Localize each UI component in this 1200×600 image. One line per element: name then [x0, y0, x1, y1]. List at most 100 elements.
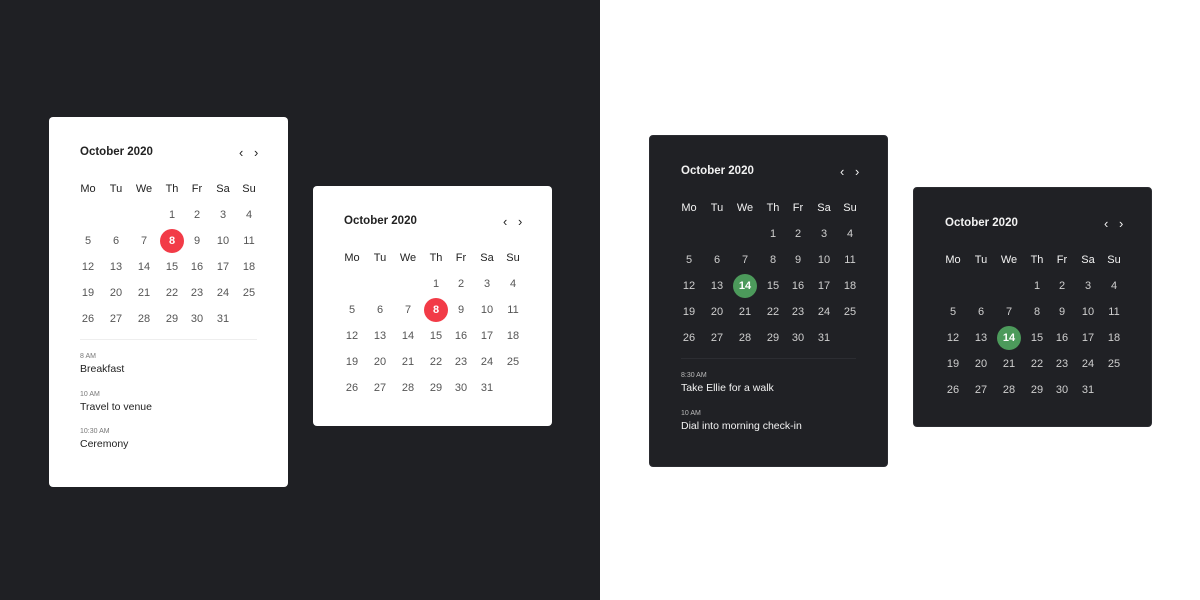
calendar-day[interactable]: 13	[368, 324, 392, 348]
calendar-day[interactable]: 19	[677, 300, 701, 324]
calendar-day[interactable]: 13	[705, 274, 729, 298]
calendar-day[interactable]: 15	[1025, 326, 1049, 350]
calendar-day[interactable]: 12	[340, 324, 364, 348]
calendar-day[interactable]: 24	[475, 350, 499, 374]
calendar-day[interactable]: 17	[211, 255, 235, 279]
calendar-day[interactable]: 30	[786, 326, 810, 350]
calendar-day[interactable]: 4	[237, 203, 261, 227]
calendar-day[interactable]: 26	[340, 376, 364, 400]
calendar-day[interactable]: 12	[76, 255, 100, 279]
calendar-day[interactable]: 4	[501, 272, 525, 296]
calendar-day[interactable]: 26	[76, 307, 100, 331]
prev-month-icon[interactable]: ‹	[239, 145, 243, 160]
selected-day[interactable]: 14	[997, 326, 1021, 350]
calendar-day[interactable]: 27	[104, 307, 128, 331]
calendar-day[interactable]: 1	[761, 222, 785, 246]
calendar-day[interactable]: 24	[812, 300, 836, 324]
calendar-day[interactable]: 8	[1025, 300, 1049, 324]
prev-month-icon[interactable]: ‹	[503, 214, 507, 229]
calendar-day[interactable]: 25	[1102, 352, 1126, 376]
calendar-day[interactable]: 23	[1050, 352, 1074, 376]
calendar-day[interactable]: 20	[969, 352, 993, 376]
calendar-day[interactable]: 18	[237, 255, 261, 279]
calendar-day[interactable]: 16	[185, 255, 209, 279]
selected-day[interactable]: 8	[424, 298, 448, 322]
calendar-day[interactable]: 18	[838, 274, 862, 298]
calendar-day[interactable]: 10	[475, 298, 499, 322]
calendar-day[interactable]: 23	[786, 300, 810, 324]
calendar-day[interactable]: 6	[368, 298, 392, 322]
calendar-day[interactable]: 23	[185, 281, 209, 305]
calendar-day[interactable]: 22	[1025, 352, 1049, 376]
calendar-day[interactable]: 25	[501, 350, 525, 374]
next-month-icon[interactable]: ›	[1119, 216, 1123, 231]
calendar-day[interactable]: 26	[677, 326, 701, 350]
calendar-day[interactable]: 24	[1076, 352, 1100, 376]
next-month-icon[interactable]: ›	[518, 214, 522, 229]
calendar-day[interactable]: 7	[733, 248, 757, 272]
calendar-day[interactable]: 21	[733, 300, 757, 324]
calendar-day[interactable]: 27	[705, 326, 729, 350]
calendar-day[interactable]: 11	[1102, 300, 1126, 324]
event-title[interactable]: Dial into morning check-in	[681, 420, 802, 432]
calendar-day[interactable]: 5	[340, 298, 364, 322]
calendar-day[interactable]: 27	[368, 376, 392, 400]
calendar-day[interactable]: 17	[475, 324, 499, 348]
calendar-day[interactable]: 14	[396, 324, 420, 348]
calendar-day[interactable]: 29	[424, 376, 448, 400]
calendar-day[interactable]: 15	[424, 324, 448, 348]
selected-day[interactable]: 8	[160, 229, 184, 253]
calendar-day[interactable]: 16	[449, 324, 473, 348]
calendar-day[interactable]: 18	[1102, 326, 1126, 350]
prev-month-icon[interactable]: ‹	[840, 164, 844, 179]
calendar-day[interactable]: 6	[969, 300, 993, 324]
next-month-icon[interactable]: ›	[855, 164, 859, 179]
calendar-day[interactable]: 8	[761, 248, 785, 272]
calendar-day[interactable]: 20	[368, 350, 392, 374]
calendar-day[interactable]: 19	[941, 352, 965, 376]
calendar-day[interactable]: 7	[396, 298, 420, 322]
calendar-day[interactable]: 23	[449, 350, 473, 374]
calendar-day[interactable]: 22	[160, 281, 184, 305]
calendar-day[interactable]: 17	[812, 274, 836, 298]
calendar-day[interactable]: 9	[185, 229, 209, 253]
calendar-day[interactable]: 3	[211, 203, 235, 227]
calendar-day[interactable]: 1	[424, 272, 448, 296]
calendar-day[interactable]: 12	[941, 326, 965, 350]
calendar-day[interactable]: 5	[76, 229, 100, 253]
calendar-day[interactable]: 30	[449, 376, 473, 400]
calendar-day[interactable]: 10	[812, 248, 836, 272]
calendar-day[interactable]: 31	[812, 326, 836, 350]
event-title[interactable]: Take Ellie for a walk	[681, 382, 774, 394]
calendar-day[interactable]: 22	[424, 350, 448, 374]
calendar-day[interactable]: 25	[237, 281, 261, 305]
calendar-day[interactable]: 2	[1050, 274, 1074, 298]
event-title[interactable]: Ceremony	[80, 438, 128, 450]
calendar-day[interactable]: 24	[211, 281, 235, 305]
calendar-day[interactable]: 12	[677, 274, 701, 298]
calendar-day[interactable]: 9	[786, 248, 810, 272]
calendar-day[interactable]: 19	[76, 281, 100, 305]
calendar-day[interactable]: 27	[969, 378, 993, 402]
calendar-day[interactable]: 31	[475, 376, 499, 400]
calendar-day[interactable]: 21	[132, 281, 156, 305]
calendar-day[interactable]: 30	[185, 307, 209, 331]
calendar-day[interactable]: 31	[1076, 378, 1100, 402]
calendar-day[interactable]: 28	[997, 378, 1021, 402]
calendar-day[interactable]: 30	[1050, 378, 1074, 402]
calendar-day[interactable]: 2	[786, 222, 810, 246]
event-title[interactable]: Travel to venue	[80, 401, 152, 413]
calendar-day[interactable]: 3	[1076, 274, 1100, 298]
calendar-day[interactable]: 4	[1102, 274, 1126, 298]
calendar-day[interactable]: 29	[160, 307, 184, 331]
calendar-day[interactable]: 16	[1050, 326, 1074, 350]
calendar-day[interactable]: 10	[211, 229, 235, 253]
calendar-day[interactable]: 15	[761, 274, 785, 298]
calendar-day[interactable]: 11	[237, 229, 261, 253]
calendar-day[interactable]: 17	[1076, 326, 1100, 350]
calendar-day[interactable]: 26	[941, 378, 965, 402]
calendar-day[interactable]: 6	[705, 248, 729, 272]
calendar-day[interactable]: 2	[185, 203, 209, 227]
calendar-day[interactable]: 4	[838, 222, 862, 246]
calendar-day[interactable]: 21	[396, 350, 420, 374]
